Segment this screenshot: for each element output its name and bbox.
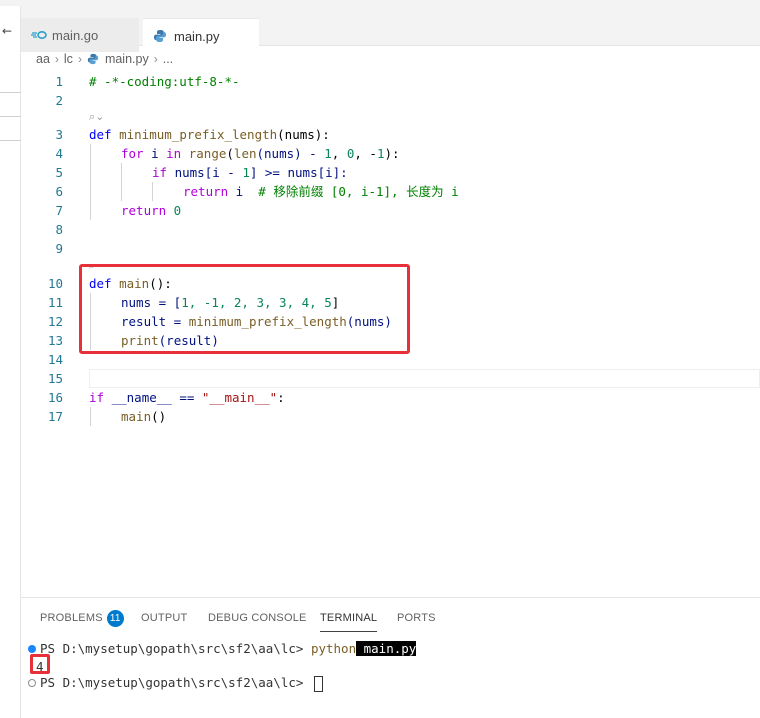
annotation-highlight-box — [79, 264, 410, 354]
activity-bar-edge: ← — [0, 6, 21, 718]
python-file-icon — [87, 53, 101, 65]
command-success-dot[interactable] — [28, 645, 36, 653]
code-line-5: if nums[i - 1] >= nums[i]: — [152, 165, 348, 180]
problems-count-badge: 11 — [106, 609, 124, 627]
line-number: 3 — [55, 127, 63, 142]
code-line-1: # -*-coding:utf-8-*- — [89, 74, 240, 89]
line-number: 14 — [47, 352, 63, 367]
go-file-icon — [31, 30, 49, 40]
breadcrumb-item[interactable]: main.py — [105, 52, 149, 66]
chevron-right-icon: › — [153, 52, 158, 66]
annotation-highlight-box — [30, 654, 50, 674]
tab-label: main.go — [52, 27, 99, 43]
tab-terminal[interactable]: TERMINAL — [320, 610, 378, 632]
tab-output[interactable]: OUTPUT — [141, 610, 187, 626]
code-line-16: if __name__ == "__main__": — [89, 390, 285, 405]
breadcrumb-item[interactable]: lc — [64, 52, 73, 66]
chevron-left-icon[interactable]: ← — [2, 24, 12, 38]
editor-tab-bar: main.go main.py — [21, 6, 760, 53]
tab-ports[interactable]: PORTS — [397, 610, 436, 626]
line-number: 13 — [47, 333, 63, 348]
divider — [0, 116, 21, 117]
code-line-7: return 0 — [121, 203, 182, 218]
line-number: 2 — [55, 93, 63, 108]
indent-guide — [90, 407, 91, 426]
line-number: 8 — [55, 222, 63, 237]
bottom-panel: PROBLEMS 11 OUTPUT DEBUG CONSOLE TERMINA… — [21, 597, 760, 718]
line-number: 10 — [47, 276, 63, 291]
line-number: 7 — [55, 203, 63, 218]
tab-problems[interactable]: PROBLEMS 11 — [40, 609, 124, 627]
codelens-references[interactable]: ⌕⌄ — [89, 109, 104, 124]
line-number: 6 — [55, 184, 63, 199]
code-line-6: return i # 移除前缀 [0, i-1], 长度为 i — [183, 184, 459, 199]
terminal-line[interactable]: PS D:\mysetup\gopath\src\sf2\aa\lc> — [40, 674, 323, 692]
terminal-cursor — [313, 675, 323, 692]
tab-label: PORTS — [397, 612, 436, 624]
divider — [0, 140, 21, 141]
line-number: 9 — [55, 241, 63, 256]
line-number: 11 — [47, 295, 63, 310]
line-number: 5 — [55, 165, 63, 180]
command-pending-dot[interactable] — [28, 679, 36, 687]
tab-label: OUTPUT — [141, 612, 188, 624]
line-number: 16 — [47, 390, 63, 405]
tab-label: PROBLEMS — [40, 612, 103, 624]
breadcrumb: aa › lc › main.py › ... — [21, 47, 760, 71]
code-editor[interactable]: 1 2 3 4 5 6 7 8 9 10 11 12 13 14 15 16 1… — [21, 71, 760, 596]
divider — [0, 92, 21, 93]
indent-guide — [152, 182, 153, 201]
chevron-right-icon: › — [54, 52, 59, 66]
line-number: 12 — [47, 314, 63, 329]
code-line-3: def minimum_prefix_length(nums): — [89, 127, 330, 142]
line-number: 4 — [55, 146, 63, 161]
code-line-4: for i in range(len(nums) - 1, 0, -1): — [121, 146, 400, 161]
tab-label: TERMINAL — [320, 612, 378, 624]
indent-guide — [121, 163, 122, 201]
line-number: 15 — [47, 371, 63, 386]
line-number: 1 — [55, 74, 63, 89]
python-file-icon — [153, 29, 171, 43]
current-line-highlight — [89, 369, 760, 388]
breadcrumb-item[interactable]: ... — [163, 52, 173, 66]
tab-label: main.py — [174, 28, 220, 44]
terminal-line: PS D:\mysetup\gopath\src\sf2\aa\lc> pyth… — [40, 641, 417, 656]
chevron-right-icon: › — [77, 52, 82, 66]
breadcrumb-item[interactable]: aa — [36, 52, 50, 66]
line-number: 17 — [47, 409, 63, 424]
code-line-17: main() — [121, 409, 167, 424]
panel-tab-bar: PROBLEMS 11 OUTPUT DEBUG CONSOLE TERMINA… — [21, 598, 760, 634]
tab-debug-console[interactable]: DEBUG CONSOLE — [208, 610, 307, 626]
tab-label: DEBUG CONSOLE — [208, 612, 307, 624]
indent-guide — [90, 144, 91, 220]
